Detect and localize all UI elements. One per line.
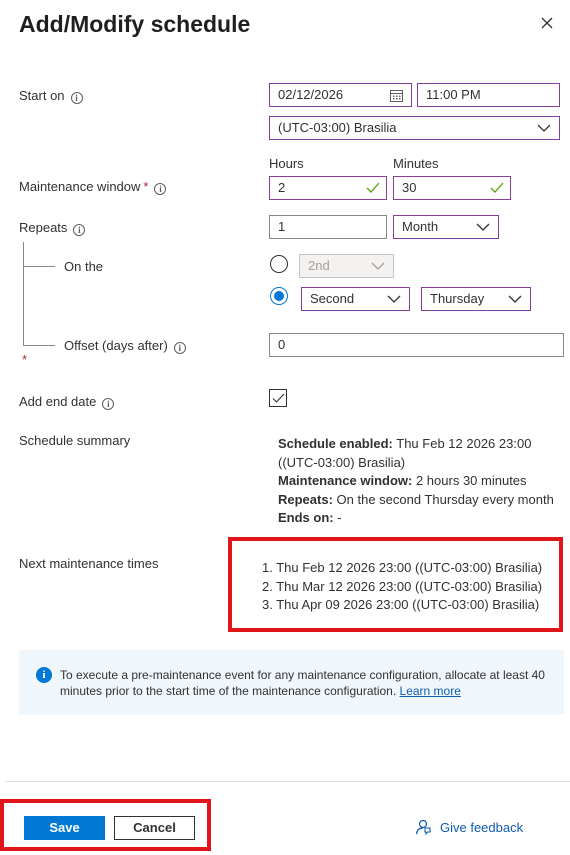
checkmark-icon (272, 393, 285, 403)
minutes-input[interactable]: 30 (393, 176, 511, 200)
summary-window-value: 2 hours 30 minutes (415, 473, 527, 488)
cancel-button[interactable]: Cancel (114, 816, 195, 840)
list-item: 3. Thu Apr 09 2026 23:00 ((UTC-03:00) Br… (262, 597, 540, 612)
ordinal-value: Second (310, 291, 355, 306)
minutes-value: 30 (402, 180, 417, 195)
required-mark: * (143, 179, 149, 194)
hours-label: Hours (269, 156, 304, 171)
save-button[interactable]: Save (24, 816, 105, 840)
offset-text: Offset (days after) (64, 338, 168, 353)
summary-window-label: Maintenance window: (278, 473, 413, 488)
radio-weekday[interactable] (270, 287, 288, 305)
page-title: Add/Modify schedule (19, 11, 251, 37)
summary-repeats: Repeats: On the second Thursday every mo… (278, 491, 563, 510)
weekday-value: Thursday (430, 291, 485, 306)
maintenance-window-text: Maintenance window (19, 179, 141, 194)
chevron-down-icon (476, 223, 490, 231)
maintenance-window-label: Maintenance window * i (19, 178, 167, 196)
minutes-label: Minutes (393, 156, 439, 171)
give-feedback-link[interactable]: Give feedback (414, 818, 523, 838)
end-date-checkbox[interactable] (269, 389, 287, 407)
info-icon[interactable]: i (154, 183, 167, 195)
info-icon[interactable]: i (102, 398, 115, 410)
info-banner: i To execute a pre-maintenance event for… (19, 650, 564, 715)
start-on-text: Start on (19, 88, 65, 103)
chevron-down-icon (371, 262, 385, 270)
start-on-label: Start on i (19, 87, 83, 105)
timezone-dropdown[interactable]: (UTC-03:00) Brasilia (269, 116, 560, 140)
summary-window: Maintenance window: 2 hours 30 minutes (278, 472, 563, 491)
repeats-text: Repeats (19, 220, 68, 235)
info-icon[interactable]: i (70, 92, 83, 104)
weekday-dropdown[interactable]: Thursday (421, 287, 531, 311)
tree-line (23, 242, 24, 345)
banner-message: To execute a pre-maintenance event for a… (60, 668, 545, 698)
summary-ends-value: - (337, 510, 342, 525)
learn-more-link[interactable]: Learn more (400, 684, 461, 698)
footer-divider (5, 781, 570, 782)
summary-ends-label: Ends on: (278, 510, 334, 525)
end-date-label: Add end date i (19, 393, 115, 411)
start-time-input[interactable]: 11:00 PM (417, 83, 560, 107)
tree-line (23, 266, 55, 267)
repeats-label: Repeats i (19, 219, 86, 237)
start-date-input[interactable]: 02/12/2026 (269, 83, 412, 107)
summary-repeats-value: On the second Thursday every month (336, 491, 554, 507)
day-of-month-value: 2nd (308, 258, 330, 273)
offset-value: 0 (278, 337, 286, 352)
summary-label: Schedule summary (19, 433, 131, 448)
timezone-value: (UTC-03:00) Brasilia (278, 120, 397, 135)
repeat-count-value: 1 (278, 219, 286, 234)
calendar-icon[interactable] (390, 89, 403, 102)
chevron-down-icon (537, 124, 551, 132)
offset-input[interactable]: 0 (269, 333, 564, 357)
schedule-summary: Schedule enabled: Thu Feb 12 2026 23:00 … (278, 435, 563, 528)
summary-enabled: Schedule enabled: Thu Feb 12 2026 23:00 … (278, 435, 563, 472)
radio-day-of-month[interactable] (270, 255, 288, 273)
summary-enabled-label: Schedule enabled: (278, 436, 393, 451)
chevron-down-icon (387, 295, 401, 303)
info-icon[interactable]: i (73, 224, 86, 236)
ordinal-dropdown[interactable]: Second (301, 287, 410, 311)
repeat-unit-value: Month (402, 219, 439, 234)
day-of-month-dropdown[interactable]: 2nd (299, 254, 394, 278)
end-date-text: Add end date (19, 394, 97, 409)
banner-text: To execute a pre-maintenance event for a… (60, 668, 555, 699)
repeat-count-input[interactable]: 1 (269, 215, 387, 239)
start-date-value: 02/12/2026 (278, 87, 344, 102)
summary-ends: Ends on: - (278, 509, 563, 528)
info-icon[interactable]: i (173, 342, 186, 354)
next-times-label: Next maintenance times (19, 556, 159, 571)
valid-check-icon (366, 182, 380, 193)
list-item: 1. Thu Feb 12 2026 23:00 ((UTC-03:00) Br… (262, 560, 543, 575)
list-item: 2. Thu Mar 12 2026 23:00 ((UTC-03:00) Br… (262, 578, 543, 594)
close-icon[interactable] (536, 12, 558, 34)
start-time-value: 11:00 PM (426, 87, 481, 102)
info-icon: i (36, 667, 52, 683)
chevron-down-icon (508, 295, 522, 303)
hours-input[interactable]: 2 (269, 176, 387, 200)
summary-repeats-label: Repeats: (278, 491, 333, 507)
valid-check-icon (490, 182, 504, 193)
required-mark: * (22, 352, 28, 367)
feedback-icon (415, 819, 431, 836)
hours-value: 2 (278, 180, 286, 195)
on-the-label: On the (64, 259, 104, 274)
offset-label: Offset (days after) i (64, 337, 186, 355)
next-times-list: 1. Thu Feb 12 2026 23:00 ((UTC-03:00) Br… (262, 559, 542, 615)
give-feedback-text: Give feedback (440, 820, 524, 835)
tree-line (23, 345, 55, 346)
repeat-unit-dropdown[interactable]: Month (393, 215, 499, 239)
